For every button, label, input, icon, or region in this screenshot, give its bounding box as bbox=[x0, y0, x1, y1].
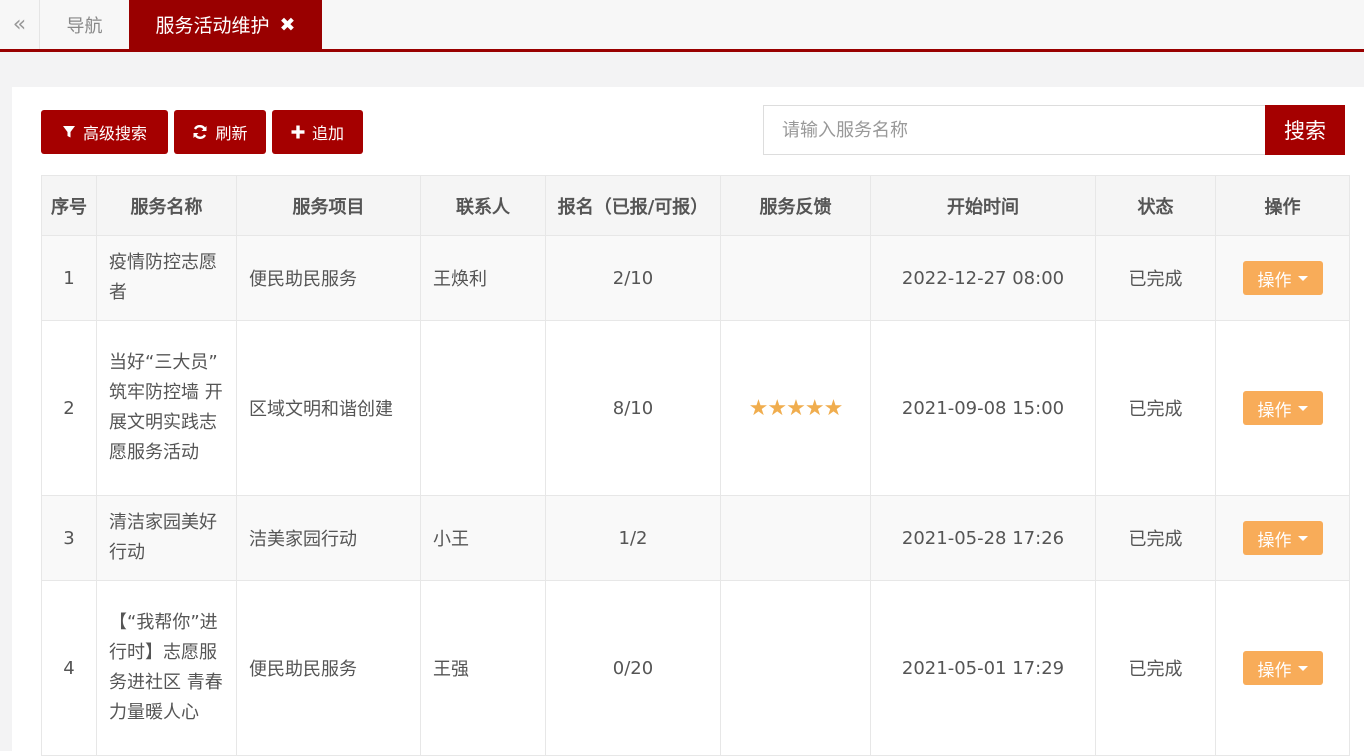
cell-project: 便民助民服务 bbox=[236, 235, 421, 321]
cell-no: 2 bbox=[41, 320, 97, 496]
action-dropdown-button[interactable]: 操作 bbox=[1242, 651, 1323, 685]
action-label: 操作 bbox=[1257, 530, 1292, 551]
cell-action: 操作 bbox=[1215, 495, 1350, 581]
cell-action: 操作 bbox=[1215, 580, 1350, 756]
caret-down-icon bbox=[1297, 275, 1308, 281]
top-tab-bar: « 导航 服务活动维护 ✖ bbox=[0, 0, 1364, 52]
search-input[interactable] bbox=[763, 105, 1266, 155]
table-row[interactable]: 3 清洁家园美好行动 洁美家园行动 小王 1/2 2021-05-28 17:2… bbox=[41, 495, 1350, 581]
star-icon: ★ bbox=[786, 395, 806, 421]
cell-name: 当好“三大员” 筑牢防控墙 开展文明实践志愿服务活动 bbox=[96, 320, 237, 496]
cell-feedback: ★★★★★ bbox=[720, 320, 871, 496]
action-dropdown-button[interactable]: 操作 bbox=[1242, 391, 1323, 425]
cell-name: 【“我帮你”进行时】志愿服务进社区 青春力量暖人心 bbox=[96, 580, 237, 756]
cell-contact: 王强 bbox=[420, 580, 546, 756]
refresh-icon bbox=[193, 125, 207, 139]
service-activity-table: 序号 服务名称 服务项目 联系人 报名（已报/可报） 服务反馈 开始时间 状态 … bbox=[41, 175, 1350, 756]
advanced-search-label: 高级搜索 bbox=[82, 124, 147, 143]
cell-action: 操作 bbox=[1215, 235, 1350, 321]
column-header-action: 操作 bbox=[1215, 175, 1350, 236]
star-icon: ★ bbox=[748, 395, 769, 421]
action-label: 操作 bbox=[1257, 400, 1292, 421]
cell-project: 洁美家园行动 bbox=[236, 495, 421, 581]
star-icon: ★ bbox=[804, 395, 825, 421]
cell-name: 疫情防控志愿者 bbox=[96, 235, 237, 321]
table-row[interactable]: 4 【“我帮你”进行时】志愿服务进社区 青春力量暖人心 便民助民服务 王强 0/… bbox=[41, 580, 1350, 756]
add-label: 追加 bbox=[311, 124, 344, 143]
cell-signup: 8/10 bbox=[545, 320, 721, 496]
column-header-no[interactable]: 序号 bbox=[41, 175, 97, 236]
cell-status: 已完成 bbox=[1095, 320, 1216, 496]
action-label: 操作 bbox=[1257, 270, 1292, 291]
refresh-label: 刷新 bbox=[215, 124, 248, 143]
cell-feedback bbox=[720, 495, 871, 581]
action-label: 操作 bbox=[1257, 660, 1292, 681]
filter-icon bbox=[62, 126, 75, 138]
caret-down-icon bbox=[1297, 535, 1308, 541]
column-header-name[interactable]: 服务名称 bbox=[96, 175, 237, 236]
cell-no: 3 bbox=[41, 495, 97, 581]
table-header-row: 序号 服务名称 服务项目 联系人 报名（已报/可报） 服务反馈 开始时间 状态 … bbox=[41, 175, 1350, 236]
column-header-start-time[interactable]: 开始时间 bbox=[870, 175, 1096, 236]
caret-down-icon bbox=[1297, 665, 1308, 671]
cell-status: 已完成 bbox=[1095, 495, 1216, 581]
caret-down-icon bbox=[1297, 405, 1308, 411]
cell-start-time: 2021-09-08 15:00 bbox=[870, 320, 1096, 496]
cell-project: 区域文明和谐创建 bbox=[236, 320, 421, 496]
tab-service-activity[interactable]: 服务活动维护 ✖ bbox=[129, 0, 322, 49]
cell-status: 已完成 bbox=[1095, 235, 1216, 321]
search-button[interactable]: 搜索 bbox=[1265, 105, 1345, 155]
cell-feedback bbox=[720, 580, 871, 756]
column-header-signup[interactable]: 报名（已报/可报） bbox=[545, 175, 721, 236]
cell-start-time: 2021-05-01 17:29 bbox=[870, 580, 1096, 756]
action-dropdown-button[interactable]: 操作 bbox=[1242, 261, 1323, 295]
action-dropdown-button[interactable]: 操作 bbox=[1242, 521, 1323, 555]
cell-contact bbox=[420, 320, 546, 496]
collapse-sidebar-icon[interactable]: « bbox=[0, 0, 40, 49]
cell-signup: 2/10 bbox=[545, 235, 721, 321]
tab-nav[interactable]: 导航 bbox=[40, 0, 129, 49]
table-row[interactable]: 1 疫情防控志愿者 便民助民服务 王焕利 2/10 2022-12-27 08:… bbox=[41, 235, 1350, 321]
column-header-feedback[interactable]: 服务反馈 bbox=[720, 175, 871, 236]
column-header-status[interactable]: 状态 bbox=[1095, 175, 1216, 236]
star-rating: ★★★★★ bbox=[748, 395, 844, 421]
cell-signup: 1/2 bbox=[545, 495, 721, 581]
cell-status: 已完成 bbox=[1095, 580, 1216, 756]
star-icon: ★ bbox=[767, 395, 787, 421]
cell-feedback bbox=[720, 235, 871, 321]
cell-start-time: 2022-12-27 08:00 bbox=[870, 235, 1096, 321]
plus-icon bbox=[291, 125, 305, 139]
cell-action: 操作 bbox=[1215, 320, 1350, 496]
advanced-search-button[interactable]: 高级搜索 bbox=[41, 110, 168, 154]
column-header-contact[interactable]: 联系人 bbox=[420, 175, 546, 236]
tab-service-activity-label: 服务活动维护 bbox=[155, 15, 270, 37]
cell-start-time: 2021-05-28 17:26 bbox=[870, 495, 1096, 581]
cell-signup: 0/20 bbox=[545, 580, 721, 756]
column-header-project[interactable]: 服务项目 bbox=[236, 175, 421, 236]
star-icon: ★ bbox=[823, 395, 844, 421]
cell-project: 便民助民服务 bbox=[236, 580, 421, 756]
cell-no: 1 bbox=[41, 235, 97, 321]
add-button[interactable]: 追加 bbox=[272, 110, 363, 154]
cell-name: 清洁家园美好行动 bbox=[96, 495, 237, 581]
cell-no: 4 bbox=[41, 580, 97, 756]
cell-contact: 小王 bbox=[420, 495, 546, 581]
table-row[interactable]: 2 当好“三大员” 筑牢防控墙 开展文明实践志愿服务活动 区域文明和谐创建 8/… bbox=[41, 320, 1350, 496]
close-icon[interactable]: ✖ bbox=[280, 14, 296, 36]
cell-contact: 王焕利 bbox=[420, 235, 546, 321]
refresh-button[interactable]: 刷新 bbox=[174, 110, 266, 154]
